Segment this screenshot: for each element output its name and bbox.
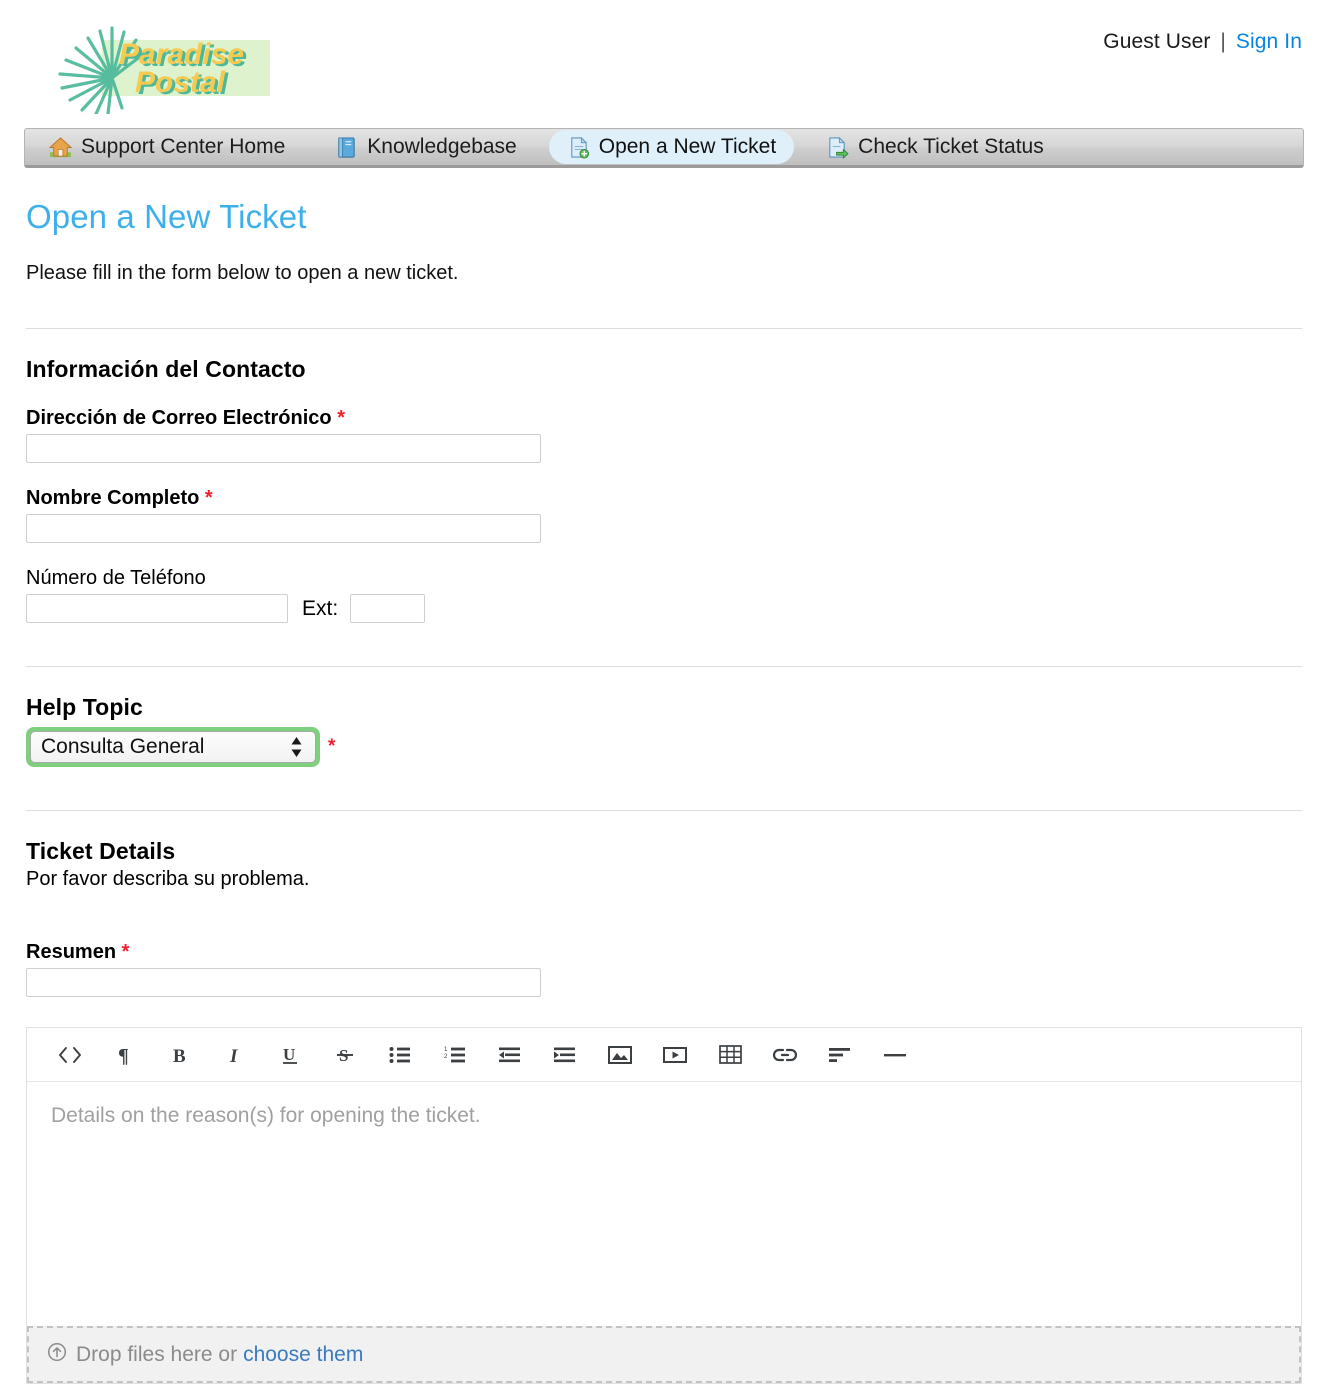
page-header: Paradise Paradise Postal Postal Guest Us… <box>0 0 1328 128</box>
main-navigation: Support Center Home Knowledgebase Open a <box>24 128 1304 168</box>
page-title: Open a New Ticket <box>26 198 307 235</box>
video-icon[interactable] <box>662 1042 688 1068</box>
email-input[interactable] <box>26 434 541 463</box>
divider-top <box>26 328 1302 329</box>
editor-toolbar: ¶ B I U S 12 <box>27 1028 1301 1082</box>
nav-item-support-center-home[interactable]: Support Center Home <box>31 130 303 164</box>
nav-label: Support Center Home <box>81 135 286 158</box>
editor-text-area[interactable]: Details on the reason(s) for opening the… <box>27 1082 1301 1326</box>
nav-label: Open a New Ticket <box>598 135 777 158</box>
email-label-text: Dirección de Correo Electrónico <box>26 407 332 429</box>
phone-row: Ext: <box>26 594 1302 623</box>
summary-required-asterisk: * <box>121 941 130 963</box>
svg-text:B: B <box>173 1046 186 1065</box>
help-topic-row: Consulta General * <box>26 727 1302 767</box>
strikethrough-icon[interactable]: S <box>332 1042 358 1068</box>
divider-help-topic <box>26 666 1302 667</box>
fullname-label-text: Nombre Completo <box>26 487 200 509</box>
main-content: Open a New Ticket Please fill in the for… <box>0 198 1328 1384</box>
ticket-details-note: Por favor describa su problema. <box>26 868 310 890</box>
ext-input[interactable] <box>350 594 426 623</box>
phone-field-label: Número de Teléfono <box>26 567 206 589</box>
sign-in-link[interactable]: Sign In <box>1236 30 1302 53</box>
source-code-icon[interactable] <box>57 1042 83 1068</box>
editor-placeholder: Details on the reason(s) for opening the… <box>51 1104 481 1127</box>
page-intro-text: Please fill in the form below to open a … <box>26 262 459 284</box>
email-required-asterisk: * <box>337 407 345 429</box>
nav-label: Check Ticket Status <box>858 135 1044 158</box>
guest-user-label: Guest User <box>1103 30 1211 53</box>
choose-files-link[interactable]: choose them <box>243 1343 363 1367</box>
chevron-updown-icon <box>290 735 303 759</box>
summary-label-text: Resumen <box>26 941 117 963</box>
fullname-required-asterisk: * <box>204 487 213 509</box>
image-icon[interactable] <box>607 1042 633 1068</box>
help-topic-heading: Help Topic <box>26 694 143 720</box>
svg-text:¶: ¶ <box>118 1045 129 1065</box>
italic-icon[interactable]: I <box>222 1042 248 1068</box>
fullname-input[interactable] <box>26 514 541 543</box>
dropzone-text: Drop files here or <box>76 1342 238 1366</box>
nav-item-knowledgebase[interactable]: Knowledgebase <box>317 130 534 164</box>
outdent-icon[interactable] <box>497 1042 523 1068</box>
align-icon[interactable] <box>827 1042 853 1068</box>
svg-text:2: 2 <box>444 1054 448 1060</box>
svg-text:1: 1 <box>444 1047 448 1053</box>
table-icon[interactable] <box>717 1042 743 1068</box>
indent-icon[interactable] <box>552 1042 578 1068</box>
nav-item-check-ticket-status[interactable]: Check Ticket Status <box>808 130 1062 164</box>
horizontal-rule-icon[interactable] <box>882 1042 908 1068</box>
user-separator: | <box>1220 30 1226 53</box>
paragraph-icon[interactable]: ¶ <box>112 1042 138 1068</box>
underline-icon[interactable]: U <box>277 1042 303 1068</box>
help-topic-selected-value: Consulta General <box>41 735 205 758</box>
ext-label: Ext: <box>302 596 339 620</box>
user-session-area: Guest User | Sign In <box>1103 30 1302 54</box>
home-icon <box>49 136 72 159</box>
email-field-label: Dirección de Correo Electrónico * <box>26 407 1302 430</box>
bold-icon[interactable]: B <box>167 1042 193 1068</box>
site-logo[interactable]: Paradise Paradise Postal Postal <box>56 22 288 114</box>
summary-field-label: Resumen * <box>26 941 1302 964</box>
divider-ticket-details <box>26 810 1302 811</box>
fullname-field-label: Nombre Completo * <box>26 487 1302 510</box>
help-topic-required-asterisk: * <box>328 736 336 757</box>
help-topic-select[interactable]: Consulta General <box>30 731 316 763</box>
file-dropzone[interactable]: Drop files here or choose them <box>27 1326 1301 1383</box>
check-status-icon <box>826 136 849 159</box>
svg-text:Postal: Postal <box>135 66 226 99</box>
phone-input[interactable] <box>26 594 288 623</box>
numbered-list-icon[interactable]: 12 <box>442 1042 468 1068</box>
upload-circle-icon <box>47 1342 67 1368</box>
book-icon <box>335 136 358 159</box>
link-icon[interactable] <box>772 1042 798 1068</box>
svg-text:I: I <box>229 1046 238 1065</box>
rich-text-editor: ¶ B I U S 12 <box>26 1027 1302 1384</box>
nav-label: Knowledgebase <box>367 135 517 158</box>
contact-section-heading: Información del Contacto <box>26 356 306 382</box>
help-topic-focus-ring: Consulta General <box>26 727 320 767</box>
ticket-details-heading: Ticket Details <box>26 838 176 864</box>
svg-text:U: U <box>283 1045 295 1064</box>
bullet-list-icon[interactable] <box>387 1042 413 1068</box>
summary-input[interactable] <box>26 968 541 997</box>
new-ticket-icon <box>567 136 590 159</box>
nav-item-open-a-new-ticket[interactable]: Open a New Ticket <box>548 130 795 164</box>
